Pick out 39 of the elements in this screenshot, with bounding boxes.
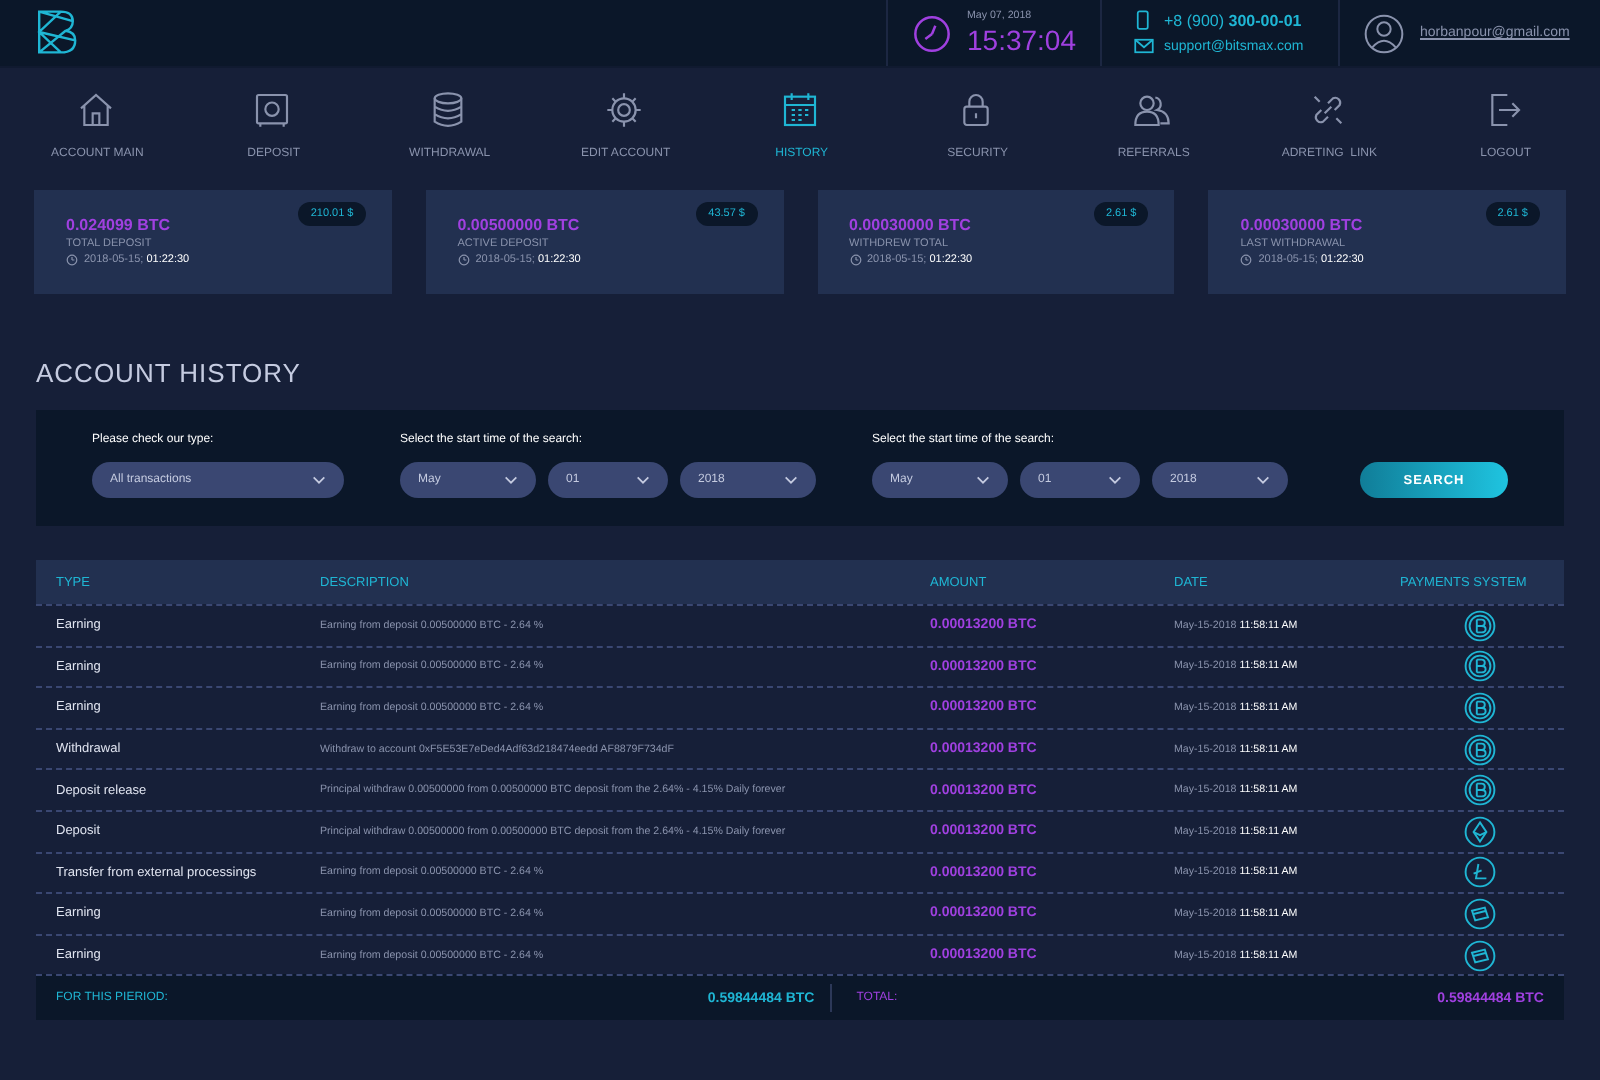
clock-icon bbox=[849, 254, 861, 266]
envelope-icon bbox=[1134, 36, 1154, 56]
caret-icon bbox=[312, 476, 326, 484]
bitcoin-coin-icon bbox=[1464, 650, 1496, 683]
page-title: ACCOUNT HISTORY bbox=[36, 358, 303, 392]
logo-icon[interactable] bbox=[32, 8, 80, 56]
chain-link-icon bbox=[1308, 90, 1348, 130]
phone-icon bbox=[1134, 10, 1154, 30]
coin-stack-icon bbox=[428, 90, 468, 130]
caret-icon bbox=[1256, 476, 1270, 484]
user-avatar-icon[interactable] bbox=[1364, 13, 1404, 53]
calendar-icon bbox=[780, 90, 820, 130]
caret-icon bbox=[976, 476, 990, 484]
settings-icon bbox=[604, 90, 644, 130]
card-coin-icon bbox=[1464, 939, 1496, 972]
bitcoin-coin-icon bbox=[1464, 609, 1496, 642]
bitcoin-coin-icon bbox=[1464, 691, 1496, 724]
clock-icon bbox=[66, 254, 78, 266]
current-time: 15:37:04 bbox=[967, 26, 1076, 55]
safe-icon bbox=[252, 90, 292, 130]
people-icon bbox=[1132, 90, 1172, 130]
litecoin-coin-icon bbox=[1464, 856, 1496, 889]
phone-number[interactable]: +8 (900) 300-00-01 bbox=[1164, 11, 1302, 29]
btc-amount: 0.00030000 BTC bbox=[849, 216, 973, 234]
clock-icon bbox=[1240, 254, 1253, 266]
btc-amount: 0.00500000 BTC bbox=[457, 216, 582, 234]
clock-icon bbox=[911, 13, 951, 53]
btc-amount: 0.024099 BTC bbox=[66, 216, 173, 234]
caret-icon bbox=[784, 476, 798, 484]
house-icon bbox=[76, 90, 116, 130]
card-coin-icon bbox=[1464, 897, 1496, 930]
bitcoin-coin-icon bbox=[1464, 774, 1496, 807]
caret-icon bbox=[636, 476, 650, 484]
bitcoin-coin-icon bbox=[1464, 733, 1496, 766]
caret-icon bbox=[504, 476, 518, 484]
diamond-coin-icon bbox=[1464, 815, 1496, 848]
caret-icon bbox=[1108, 476, 1122, 484]
clock-icon bbox=[457, 254, 470, 266]
btc-amount: 0.00030000 BTC bbox=[1240, 216, 1365, 234]
